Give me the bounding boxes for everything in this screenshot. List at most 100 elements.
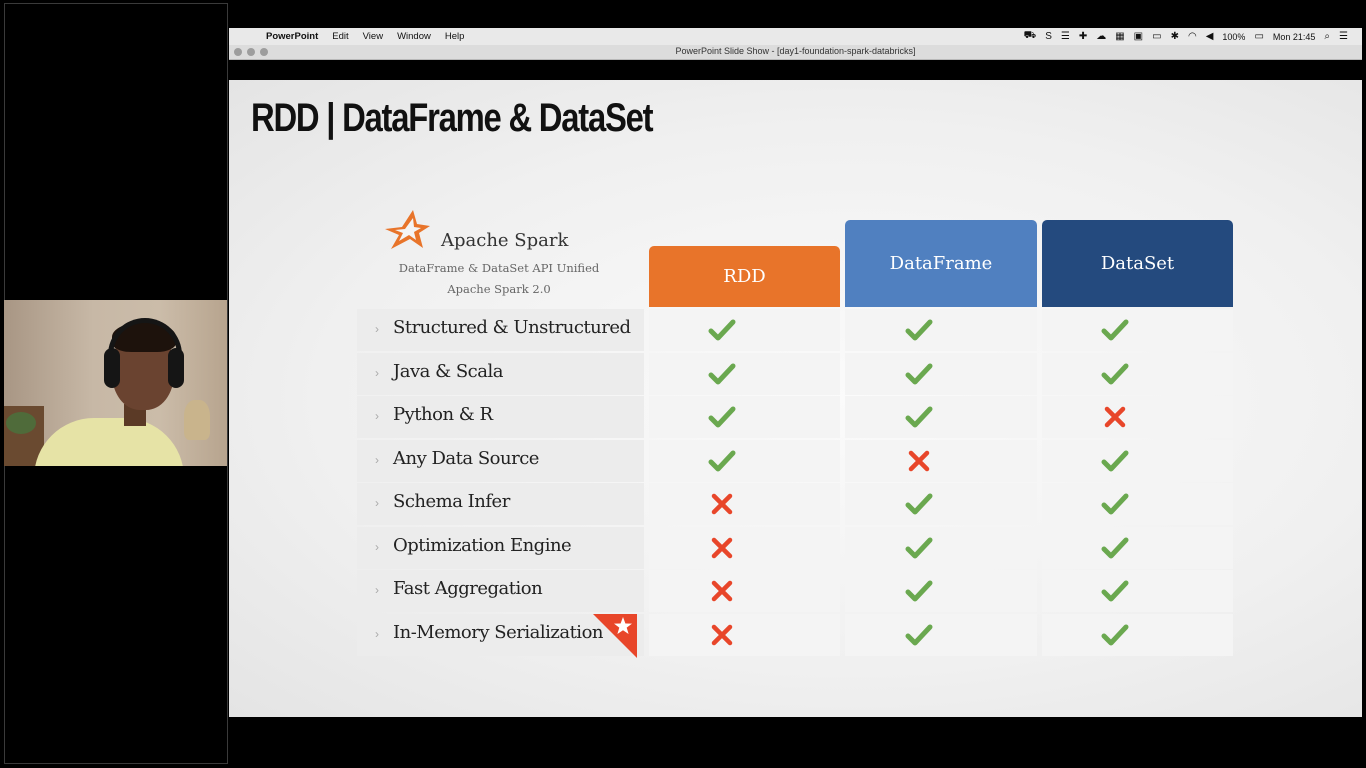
menu-app-powerpoint[interactable]: PowerPoint [266, 31, 318, 42]
slide-title: RDD | DataFrame & DataSet [251, 96, 654, 140]
cell-dataframe [845, 352, 1037, 395]
apache-spark-logo-icon [385, 210, 430, 249]
wifi-icon[interactable]: ◠ [1188, 31, 1197, 42]
spotlight-search-icon[interactable]: ⌕ [1324, 31, 1330, 42]
webcam-video [4, 300, 227, 466]
menu-view[interactable]: View [363, 31, 383, 42]
cross-icon [711, 493, 733, 515]
cell-rdd [649, 613, 840, 656]
check-icon [708, 319, 736, 341]
column-header-rdd: RDD [649, 246, 840, 307]
cross-icon [711, 537, 733, 558]
cell-rdd [649, 526, 840, 569]
row-label: Fast Aggregation [393, 578, 543, 599]
check-icon [708, 406, 736, 428]
check-icon [708, 363, 736, 384]
cell-dataframe [845, 396, 1037, 438]
table-row: › Optimization Engine [357, 526, 1233, 569]
chevron-right-icon: › [375, 452, 379, 467]
row-label: Schema Infer [393, 491, 510, 512]
cross-icon [1104, 406, 1126, 428]
cell-rdd [649, 483, 840, 525]
menu-edit[interactable]: Edit [332, 31, 348, 42]
table-row: › Any Data Source [357, 439, 1233, 482]
cross-icon [711, 580, 733, 602]
cell-rdd [649, 570, 840, 612]
row-label: Structured & Unstructured [393, 317, 631, 338]
chevron-right-icon: › [375, 539, 379, 554]
check-icon [1101, 450, 1129, 471]
database-icon[interactable]: ☰ [1061, 31, 1070, 42]
notification-center-icon[interactable]: ☰ [1339, 31, 1348, 42]
row-label: Any Data Source [393, 447, 539, 469]
cloud-icon[interactable]: ☁ [1096, 31, 1106, 42]
check-icon [1101, 537, 1129, 558]
cross-icon [711, 624, 733, 645]
window-titlebar: PowerPoint Slide Show - [day1-foundation… [229, 45, 1362, 60]
row-label: Java & Scala [393, 360, 503, 382]
chevron-right-icon: › [375, 322, 379, 336]
check-icon [905, 537, 933, 558]
check-icon [1101, 624, 1129, 645]
check-icon [1101, 363, 1129, 384]
table-row: › In-Memory Serialization [357, 613, 1233, 656]
check-icon [905, 363, 933, 384]
clock[interactable]: Mon 21:45 [1273, 32, 1316, 42]
cell-rdd [649, 439, 840, 482]
table-row: › Structured & Unstructured [357, 309, 1233, 351]
check-icon [1101, 319, 1129, 341]
slide[interactable]: RDD | DataFrame & DataSet Apache Spark D… [229, 80, 1362, 717]
mac-menubar: PowerPoint Edit View Window Help ⛟ S ☰ ✚… [229, 28, 1362, 45]
menu-help[interactable]: Help [445, 31, 465, 42]
table-row: › Python & R [357, 396, 1233, 438]
brand-subtitle-line2: Apache Spark 2.0 [447, 282, 551, 296]
bluetooth-icon[interactable]: ✱ [1171, 31, 1179, 42]
check-icon [1101, 493, 1129, 515]
table-row: › Java & Scala [357, 352, 1233, 395]
medical-plus-icon[interactable]: ✚ [1079, 31, 1087, 42]
skype-icon[interactable]: S [1045, 31, 1052, 42]
cell-dataset [1042, 483, 1233, 525]
chevron-right-icon: › [375, 409, 379, 423]
chevron-right-icon: › [375, 365, 379, 380]
column-header-dataset: DataSet [1042, 220, 1233, 307]
check-icon [905, 493, 933, 515]
brand-name: Apache Spark [441, 230, 569, 251]
table-row: › Schema Infer [357, 483, 1233, 525]
check-icon [1101, 580, 1129, 602]
battery-percent[interactable]: 100% [1222, 32, 1245, 42]
slideshow-bottom-letterbox [229, 717, 1362, 737]
check-icon [708, 450, 736, 471]
cell-dataset [1042, 352, 1233, 395]
cell-rdd [649, 396, 840, 438]
grid-icon[interactable]: ▦ [1115, 31, 1124, 42]
cell-dataframe [845, 570, 1037, 612]
chevron-right-icon: › [375, 496, 379, 510]
cell-dataset [1042, 570, 1233, 612]
row-label: Optimization Engine [393, 534, 572, 556]
check-icon [905, 624, 933, 645]
check-icon [905, 406, 933, 428]
battery-icon[interactable]: ▭ [1254, 31, 1263, 42]
cell-dataframe [845, 483, 1037, 525]
table-row: › Fast Aggregation [357, 570, 1233, 612]
cell-dataset [1042, 526, 1233, 569]
car-icon[interactable]: ⛟ [1024, 30, 1037, 43]
cell-dataset [1042, 396, 1233, 438]
cell-rdd [649, 309, 840, 351]
cell-rdd [649, 352, 840, 395]
menu-window[interactable]: Window [397, 31, 431, 42]
volume-icon[interactable]: ◀ [1206, 31, 1214, 42]
cross-icon [908, 450, 930, 471]
cell-dataset [1042, 309, 1233, 351]
brand-subtitle: DataFrame & DataSet API Unified Apache S… [379, 258, 619, 300]
cell-dataframe [845, 613, 1037, 656]
slideshow-top-letterbox [229, 60, 1362, 80]
display-icon[interactable]: ▣ [1134, 31, 1143, 42]
chevron-right-icon: › [375, 626, 379, 641]
star-ribbon-icon [593, 614, 637, 658]
row-label: In-Memory Serialization [393, 621, 604, 643]
brand-subtitle-line1: DataFrame & DataSet API Unified [398, 261, 600, 275]
airplay-icon[interactable]: ▭ [1152, 31, 1161, 42]
chevron-right-icon: › [375, 583, 379, 597]
